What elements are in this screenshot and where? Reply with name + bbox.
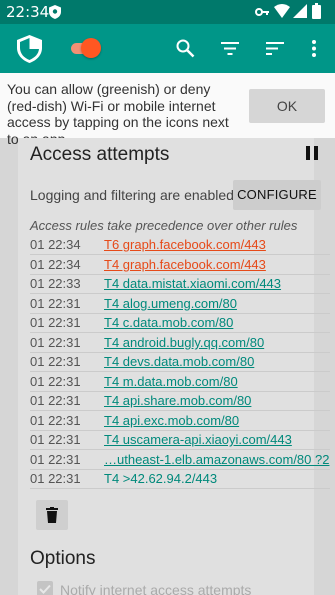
access-row: 01 22:31 T4 android.bugly.qq.com/80 bbox=[30, 333, 330, 353]
access-entry[interactable]: T4 alog.umeng.com/80 bbox=[104, 296, 237, 311]
access-time: 01 22:31 bbox=[30, 432, 81, 447]
access-time: 01 22:31 bbox=[30, 335, 81, 350]
configure-button[interactable]: CONFIGURE bbox=[233, 180, 321, 210]
access-entry[interactable]: T4 android.bugly.qq.com/80 bbox=[104, 335, 264, 350]
access-title: Access attempts bbox=[30, 144, 170, 165]
access-entry[interactable]: T4 api.exc.mob.com/80 bbox=[104, 413, 239, 428]
access-time: 01 22:31 bbox=[30, 393, 81, 408]
access-entry[interactable]: …utheast-1.elb.amazonaws.com/80 ?2 bbox=[104, 452, 329, 467]
toggle-thumb bbox=[81, 38, 101, 58]
search-icon[interactable] bbox=[176, 39, 195, 58]
notify-label: Notify internet access attempts bbox=[60, 582, 252, 595]
access-entry[interactable]: T4 data.mistat.xiaomi.com/443 bbox=[104, 276, 281, 291]
access-row: 01 22:31 T4 m.data.mob.com/80 bbox=[30, 372, 330, 392]
sort-icon[interactable] bbox=[266, 42, 284, 55]
access-row: 01 22:31 T4 api.share.mob.com/80 bbox=[30, 391, 330, 411]
precedence-note: Access rules take precedence over other … bbox=[30, 218, 298, 233]
access-entry[interactable]: T4 api.share.mob.com/80 bbox=[104, 393, 251, 408]
access-time: 01 22:31 bbox=[30, 315, 81, 330]
options-title: Options bbox=[30, 548, 96, 569]
access-time: 01 22:31 bbox=[30, 452, 81, 467]
status-bar: 22:34 bbox=[0, 0, 335, 24]
access-row: 01 22:31 T4 devs.data.mob.com/80 bbox=[30, 352, 330, 372]
access-time: 01 22:31 bbox=[30, 354, 81, 369]
access-entry[interactable]: T4 devs.data.mob.com/80 bbox=[104, 354, 254, 369]
access-row: 01 22:34 T4 graph.facebook.com/443 bbox=[30, 255, 330, 275]
pause-icon[interactable] bbox=[306, 146, 318, 160]
check-icon bbox=[39, 584, 51, 594]
access-time: 01 22:31 bbox=[30, 296, 81, 311]
hint-banner: You can allow (greenish) or deny (red-di… bbox=[0, 73, 335, 147]
access-row: 01 22:31 T4 alog.umeng.com/80 bbox=[30, 294, 330, 314]
access-time: 01 22:34 bbox=[30, 237, 81, 252]
signal-icon bbox=[293, 4, 307, 18]
access-time: 01 22:31 bbox=[30, 471, 81, 486]
access-time: 01 22:31 bbox=[30, 374, 81, 389]
app-bar bbox=[0, 24, 335, 73]
access-row: 01 22:31 T4 api.exc.mob.com/80 bbox=[30, 411, 330, 431]
access-entry[interactable]: T6 graph.facebook.com/443 bbox=[104, 237, 266, 252]
access-entry[interactable]: T4 graph.facebook.com/443 bbox=[104, 257, 266, 272]
access-entry[interactable]: T4 uscamera-api.xiaoyi.com/443 bbox=[104, 432, 292, 447]
access-entry[interactable]: T4 >42.62.94.2/443 bbox=[104, 471, 217, 486]
access-row: 01 22:33 T4 data.mistat.xiaomi.com/443 bbox=[30, 274, 330, 294]
access-row: 01 22:31 T4 c.data.mob.com/80 bbox=[30, 313, 330, 333]
clear-log-button[interactable] bbox=[36, 500, 68, 530]
wifi-icon bbox=[274, 4, 290, 18]
access-time: 01 22:33 bbox=[30, 276, 81, 291]
filter-icon[interactable] bbox=[221, 42, 239, 55]
access-row: 01 22:31 T4 >42.62.94.2/443 bbox=[30, 469, 330, 489]
trash-icon bbox=[46, 507, 58, 523]
access-entry[interactable]: T4 c.data.mob.com/80 bbox=[104, 315, 233, 330]
access-row: 01 22:31 …utheast-1.elb.amazonaws.com/80… bbox=[30, 450, 330, 470]
ok-button[interactable]: OK bbox=[249, 89, 325, 123]
shield-icon bbox=[49, 5, 61, 19]
key-icon bbox=[255, 8, 269, 16]
access-row: 01 22:34 T6 graph.facebook.com/443 bbox=[30, 235, 330, 255]
status-time: 22:34 bbox=[6, 3, 50, 21]
notify-checkbox[interactable] bbox=[37, 581, 53, 595]
access-time: 01 22:31 bbox=[30, 413, 81, 428]
logging-status-text: Logging and filtering are enabled bbox=[30, 187, 234, 203]
overflow-menu-icon[interactable] bbox=[312, 40, 316, 57]
enable-toggle[interactable] bbox=[69, 38, 101, 58]
battery-icon bbox=[312, 3, 321, 19]
app-shield-icon bbox=[17, 35, 42, 63]
access-time: 01 22:34 bbox=[30, 257, 81, 272]
access-entry[interactable]: T4 m.data.mob.com/80 bbox=[104, 374, 238, 389]
access-row: 01 22:31 T4 uscamera-api.xiaoyi.com/443 bbox=[30, 430, 330, 450]
